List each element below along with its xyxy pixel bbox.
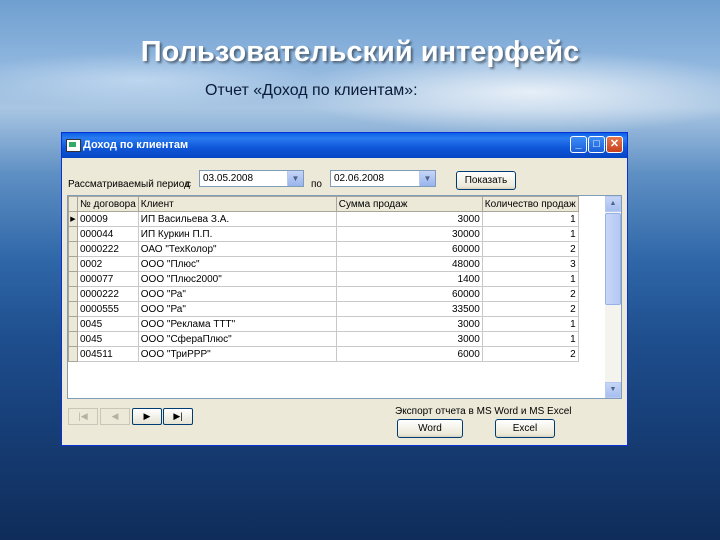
maximize-button[interactable]: □ [588,136,605,153]
table-cell[interactable]: 2 [481,346,579,362]
row-indicator[interactable] [68,346,78,362]
table-cell[interactable]: ООО "Ра" [137,301,337,317]
excel-export-button[interactable]: Excel [495,419,555,438]
table-cell[interactable]: 0000222 [77,241,139,257]
date-from-value: 03.05.2008 [203,173,254,184]
date-to-value: 02.06.2008 [334,173,385,184]
table-cell[interactable]: ОАО "ТехКолор" [137,241,337,257]
table-row[interactable]: 0045 ООО "Реклама ТТТ" 3000 1 [68,316,579,332]
table-cell[interactable]: 0045 [77,331,139,347]
table-cell[interactable]: ИП Васильева З.А. [137,211,337,227]
table-header-row: № договора Клиент Сумма продаж Количеств… [68,196,579,212]
row-indicator[interactable] [68,271,78,287]
table-cell[interactable]: 1 [481,331,579,347]
first-record-button[interactable]: |◀ [68,408,98,425]
data-grid: № договора Клиент Сумма продаж Количеств… [67,195,622,399]
table-cell[interactable]: 3000 [335,316,483,332]
row-indicator[interactable] [68,256,78,272]
to-label: по [311,179,322,190]
table-cell[interactable]: 1 [481,226,579,242]
row-indicator[interactable] [68,301,78,317]
table-cell[interactable]: 48000 [335,256,483,272]
row-indicator[interactable] [68,316,78,332]
date-to-select[interactable]: 02.06.2008 ▼ [330,170,436,187]
slide-title: Пользовательский интерфейс [140,36,580,68]
table-cell[interactable]: 60000 [335,286,483,302]
table-cell[interactable]: 6000 [335,346,483,362]
table-row[interactable]: 004511 ООО "ТриРРР" 6000 2 [68,346,579,362]
table-cell[interactable]: 2 [481,301,579,317]
table-cell[interactable]: ООО "СфераПлюс" [137,331,337,347]
table-cell[interactable]: 0000555 [77,301,139,317]
chevron-down-icon[interactable]: ▼ [287,171,303,186]
table-cell[interactable]: ООО "Ра" [137,286,337,302]
chevron-down-icon[interactable]: ▼ [419,171,435,186]
app-icon [66,139,81,152]
table-cell[interactable]: 1 [481,316,579,332]
last-record-button[interactable]: ▶| [163,408,193,425]
from-label: с [186,179,191,190]
column-header[interactable]: Клиент [137,196,337,212]
vertical-scrollbar[interactable]: ▲ ▼ [605,196,621,398]
table-cell[interactable]: ООО "Реклама ТТТ" [137,316,337,332]
table-cell[interactable]: 0045 [77,316,139,332]
period-label: Рассматриваемый период [68,179,190,190]
table-row[interactable]: 0002 ООО "Плюс" 48000 3 [68,256,579,272]
column-header[interactable]: Количество продаж [481,196,579,212]
table-cell[interactable]: 000044 [77,226,139,242]
table-cell[interactable]: 33500 [335,301,483,317]
table-cell[interactable]: 0000222 [77,286,139,302]
table-cell[interactable]: 3 [481,256,579,272]
table-row[interactable]: 0045 ООО "СфераПлюс" 3000 1 [68,331,579,347]
table-cell[interactable]: 004511 [77,346,139,362]
table-cell[interactable]: 1 [481,271,579,287]
table-row[interactable]: ▶ 00009 ИП Васильева З.А. 3000 1 [68,211,579,227]
scroll-down-icon[interactable]: ▼ [605,382,621,398]
prev-record-button[interactable]: ◀ [100,408,130,425]
row-indicator[interactable] [68,286,78,302]
report-table: № договора Клиент Сумма продаж Количеств… [68,196,579,362]
table-cell[interactable]: 2 [481,286,579,302]
row-indicator[interactable] [68,241,78,257]
show-button[interactable]: Показать [456,171,516,190]
table-row[interactable]: 000044 ИП Куркин П.П. 30000 1 [68,226,579,242]
next-record-button[interactable]: ▶ [132,408,162,425]
table-cell[interactable]: 3000 [335,331,483,347]
slide-subtitle: Отчет «Доход по клиентам»: [205,82,418,99]
table-row[interactable]: 0000555 ООО "Ра" 33500 2 [68,301,579,317]
word-export-button[interactable]: Word [397,419,463,438]
scroll-up-icon[interactable]: ▲ [605,196,621,212]
table-cell[interactable]: ООО "ТриРРР" [137,346,337,362]
table-row[interactable]: 0000222 ОАО "ТехКолор" 60000 2 [68,241,579,257]
table-cell[interactable]: ИП Куркин П.П. [137,226,337,242]
row-indicator-header [68,196,78,212]
table-cell[interactable]: 00009 [77,211,139,227]
table-cell[interactable]: ООО "Плюс" [137,256,337,272]
report-window: Доход по клиентам _ □ ✕ Рассматриваемый … [61,132,628,446]
export-label: Экспорт отчета в MS Word и MS Excel [395,406,572,417]
row-indicator[interactable] [68,226,78,242]
column-header[interactable]: № договора [77,196,139,212]
window-titlebar[interactable]: Доход по клиентам _ □ ✕ [62,133,627,158]
row-indicator[interactable] [68,331,78,347]
table-row[interactable]: 0000222 ООО "Ра" 60000 2 [68,286,579,302]
table-row[interactable]: 000077 ООО "Плюс2000" 1400 1 [68,271,579,287]
scroll-thumb[interactable] [605,213,621,305]
minimize-button[interactable]: _ [570,136,587,153]
table-cell[interactable]: 000077 [77,271,139,287]
window-title: Доход по клиентам [83,139,189,151]
column-header[interactable]: Сумма продаж [335,196,483,212]
current-row-indicator-icon[interactable]: ▶ [68,211,78,227]
date-from-select[interactable]: 03.05.2008 ▼ [199,170,304,187]
table-cell[interactable]: ООО "Плюс2000" [137,271,337,287]
table-cell[interactable]: 60000 [335,241,483,257]
table-cell[interactable]: 3000 [335,211,483,227]
close-button[interactable]: ✕ [606,136,623,153]
table-cell[interactable]: 2 [481,241,579,257]
table-cell[interactable]: 1 [481,211,579,227]
table-cell[interactable]: 0002 [77,256,139,272]
table-cell[interactable]: 30000 [335,226,483,242]
table-cell[interactable]: 1400 [335,271,483,287]
